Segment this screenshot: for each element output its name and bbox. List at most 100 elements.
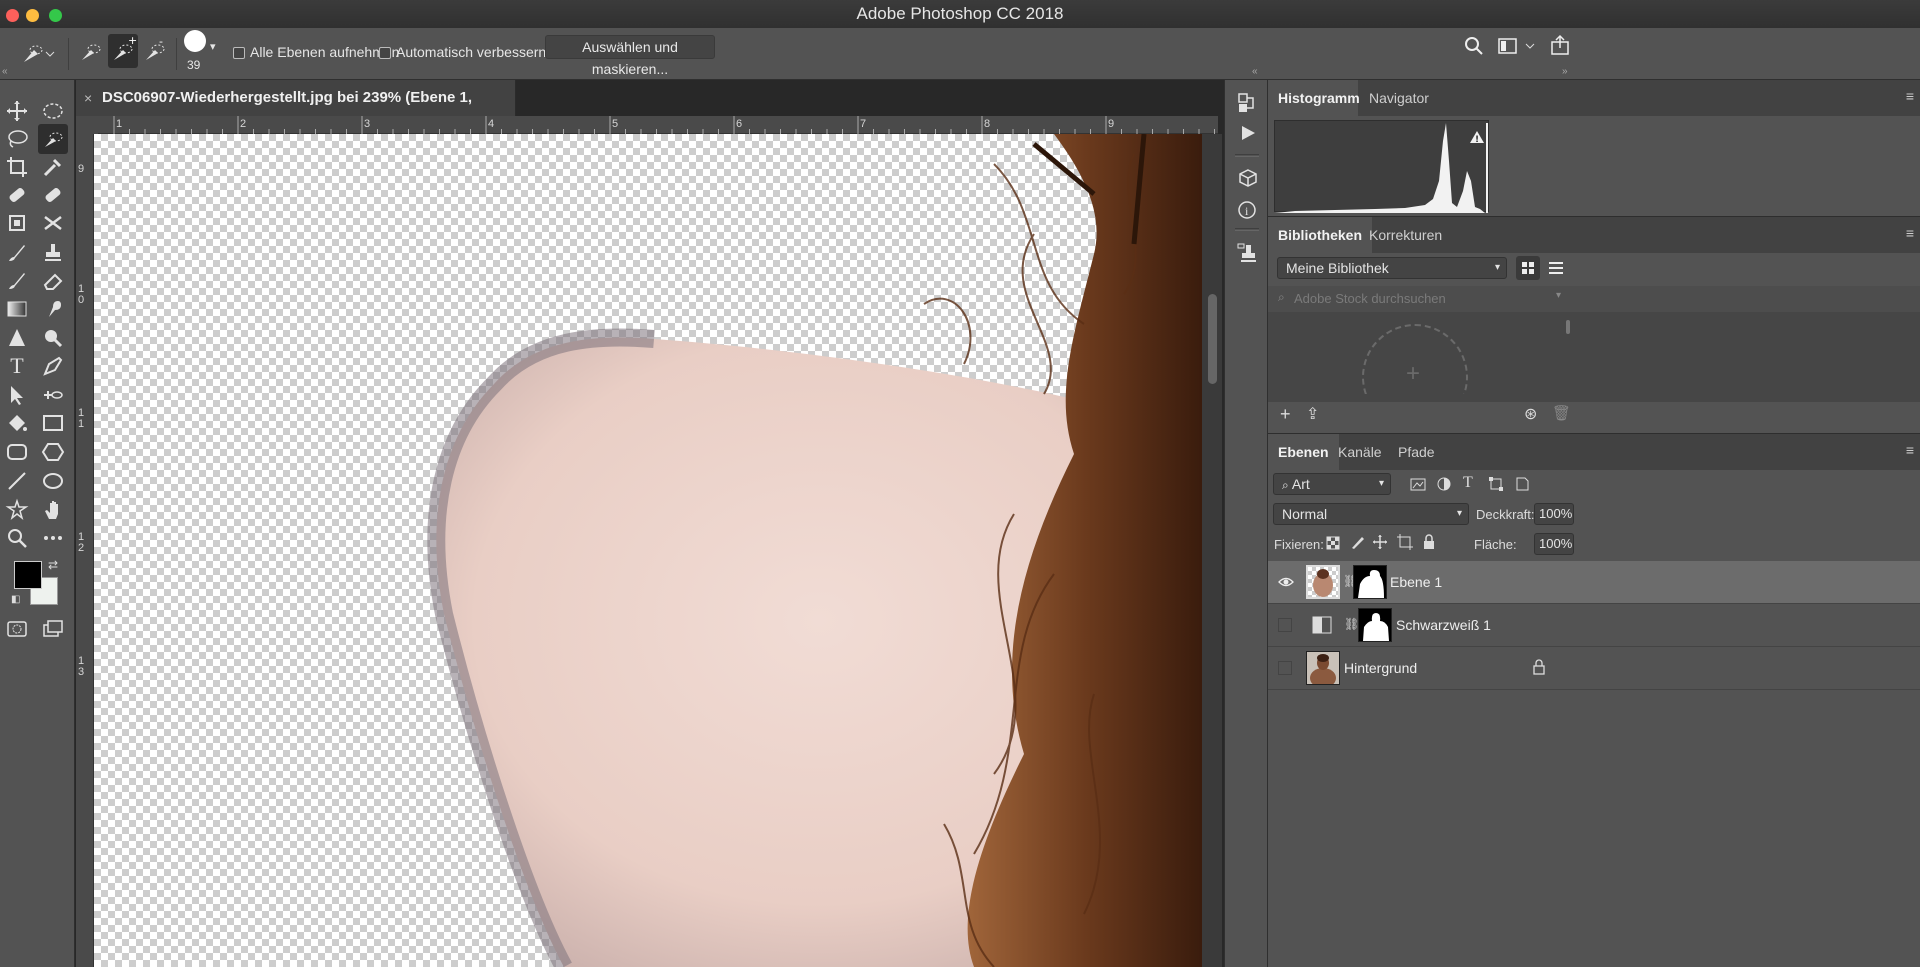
actions-play-icon[interactable] — [1239, 124, 1257, 145]
healing-brush-tool-icon[interactable] — [2, 180, 32, 210]
line-tool-icon[interactable] — [2, 466, 32, 496]
layer-name[interactable]: Ebene 1 — [1390, 574, 1442, 590]
blend-mode-select[interactable]: Normal ▾ — [1273, 503, 1469, 525]
clone-source-icon[interactable] — [1237, 242, 1259, 267]
layer-row-ebene-1[interactable]: ⛓ Ebene 1 — [1268, 561, 1920, 604]
filter-adjustment-icon[interactable] — [1436, 476, 1452, 495]
scrollbar-thumb[interactable] — [1566, 320, 1570, 334]
filter-smart-object-icon[interactable] — [1514, 476, 1530, 495]
paint-bucket-tool-icon[interactable] — [2, 408, 32, 438]
lock-position-icon[interactable] — [1372, 534, 1388, 553]
screen-mode-icon[interactable] — [38, 614, 68, 644]
history-brush-tool-icon[interactable] — [2, 266, 32, 296]
gradient-tool-icon[interactable] — [2, 294, 32, 324]
layer-name[interactable]: Hintergrund — [1344, 660, 1417, 676]
add-to-selection-icon[interactable]: + — [108, 34, 138, 68]
layer-row-hintergrund[interactable]: Hintergrund — [1268, 647, 1920, 690]
zoom-tool-icon[interactable] — [2, 523, 32, 553]
share-icon[interactable] — [1550, 34, 1570, 59]
more-tools-icon[interactable] — [38, 523, 68, 553]
tab-histogram[interactable]: Histogramm — [1268, 80, 1360, 116]
close-document-icon[interactable]: × — [84, 80, 92, 116]
lock-all-icon[interactable] — [1422, 534, 1436, 553]
smudge-tool-icon[interactable] — [38, 294, 68, 324]
3d-panel-icon[interactable] — [1238, 168, 1258, 193]
collapse-panels-icon[interactable]: » — [1562, 66, 1568, 77]
vertical-scrollbar[interactable] — [1202, 134, 1222, 967]
crop-tool-icon[interactable] — [2, 152, 32, 182]
filter-type-icon[interactable]: T — [1463, 474, 1473, 492]
marquee-tool-icon[interactable] — [38, 96, 68, 126]
opacity-input[interactable]: 100% — [1534, 503, 1574, 525]
lasso-tool-icon[interactable] — [2, 124, 32, 154]
panel-menu-icon[interactable]: ≡ — [1906, 442, 1914, 458]
creative-cloud-icon[interactable]: ⊛ — [1524, 404, 1537, 424]
type-tool-icon[interactable]: T — [2, 351, 32, 381]
layer-mask-thumbnail[interactable] — [1358, 608, 1392, 642]
fill-input[interactable]: 100% — [1534, 533, 1574, 555]
filter-shape-icon[interactable] — [1488, 476, 1504, 495]
layer-row-schwarzweiss-1[interactable]: ⛓ Schwarzweiß 1 — [1268, 604, 1920, 647]
panel-menu-icon[interactable]: ≡ — [1906, 88, 1914, 104]
history-panel-icon[interactable] — [1237, 92, 1257, 117]
close-window-button[interactable] — [6, 9, 19, 22]
lock-transparency-icon[interactable] — [1326, 536, 1340, 553]
burn-tool-icon[interactable] — [38, 323, 68, 353]
layer-name[interactable]: Schwarzweiß 1 — [1396, 617, 1491, 633]
rounded-rectangle-tool-icon[interactable] — [2, 437, 32, 467]
clone-stamp-tool-icon[interactable] — [38, 238, 68, 268]
rectangle-tool-icon[interactable] — [38, 408, 68, 438]
hand-tool-icon[interactable] — [38, 495, 68, 525]
tab-libraries[interactable]: Bibliotheken — [1268, 217, 1373, 253]
move-tool-icon[interactable] — [2, 96, 32, 126]
auto-enhance-checkbox[interactable]: Automatisch verbessern — [379, 44, 546, 60]
library-select[interactable]: Meine Bibliothek ▾ — [1277, 257, 1507, 279]
scrollbar-thumb[interactable] — [1208, 294, 1217, 384]
zoom-window-button[interactable] — [49, 9, 62, 22]
collapse-toolbar-icon[interactable]: « — [2, 66, 8, 77]
visibility-toggle[interactable] — [1278, 618, 1292, 632]
polygon-tool-icon[interactable] — [38, 437, 68, 467]
layer-mask-thumbnail[interactable] — [1353, 565, 1387, 599]
search-icon[interactable] — [1464, 36, 1484, 59]
quick-mask-icon[interactable] — [2, 614, 32, 644]
document-tab[interactable]: × DSC06907-Wiederhergestellt.jpg bei 239… — [76, 80, 516, 142]
stock-search-field[interactable]: ⌕ Adobe Stock durchsuchen ▾ — [1268, 286, 1920, 312]
workspace-icon[interactable] — [1498, 36, 1538, 59]
new-selection-icon[interactable] — [78, 38, 104, 66]
panel-menu-icon[interactable]: ≡ — [1906, 225, 1914, 241]
image-canvas[interactable] — [94, 134, 1202, 967]
expand-dock-icon[interactable]: « — [1252, 66, 1258, 77]
list-view-icon[interactable] — [1544, 256, 1568, 283]
tab-adjustments[interactable]: Korrekturen — [1359, 217, 1452, 253]
eraser-tool-icon[interactable] — [38, 266, 68, 296]
eyedropper-tool-icon[interactable] — [38, 152, 68, 182]
add-content-icon[interactable]: + — [1280, 404, 1291, 425]
visibility-toggle[interactable] — [1278, 661, 1292, 675]
select-and-mask-button[interactable]: Auswählen und maskieren... — [545, 35, 715, 77]
brush-preview[interactable] — [184, 30, 206, 52]
custom-shape-tool-icon[interactable] — [2, 495, 32, 525]
tool-preset-picker[interactable] — [18, 38, 56, 70]
swap-colors-icon[interactable]: ⇄ — [48, 558, 58, 572]
info-icon[interactable]: i — [1237, 200, 1257, 223]
grid-view-icon[interactable] — [1516, 256, 1540, 280]
content-aware-move-tool-icon[interactable] — [2, 208, 32, 238]
eye-icon[interactable] — [1278, 575, 1294, 592]
vertical-ruler[interactable]: 9 1 0 1 1 1 2 1 3 — [76, 134, 94, 967]
lock-artboard-icon[interactable] — [1396, 534, 1414, 553]
tab-channels[interactable]: Kanäle — [1328, 434, 1392, 470]
horizontal-ruler[interactable]: 1 2 3 4 5 6 7 8 9 — [98, 116, 1218, 134]
layer-thumbnail[interactable] — [1306, 565, 1340, 599]
upload-icon[interactable]: ⇪ — [1306, 404, 1319, 424]
layer-thumbnail[interactable] — [1306, 651, 1340, 688]
ellipse-tool-icon[interactable] — [38, 466, 68, 496]
foreground-color-swatch[interactable] — [14, 561, 42, 589]
tab-navigator[interactable]: Navigator — [1359, 80, 1439, 116]
filter-pixel-icon[interactable] — [1410, 476, 1426, 495]
sample-all-layers-checkbox[interactable]: Alle Ebenen aufnehmen — [233, 44, 399, 60]
delete-icon[interactable]: 🗑 — [1552, 404, 1571, 422]
minimize-window-button[interactable] — [26, 9, 39, 22]
red-eye-tool-icon[interactable] — [38, 208, 68, 238]
lock-image-pixels-icon[interactable] — [1350, 534, 1366, 553]
